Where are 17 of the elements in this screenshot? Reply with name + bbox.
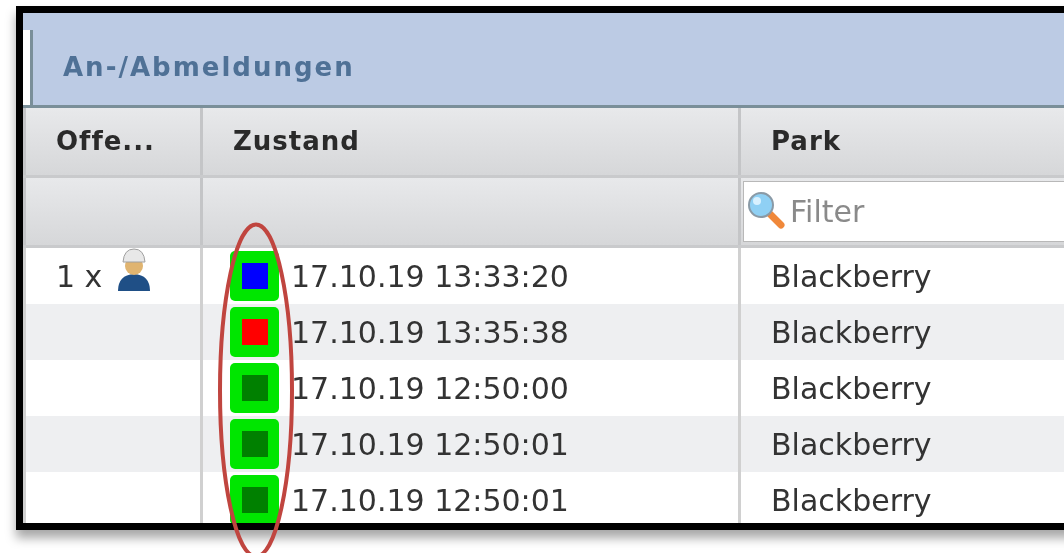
table-cell-text: 1 x [56,257,103,296]
filter-field[interactable]: Filter [743,181,1064,242]
table-cell-text: Blackberry [771,257,932,296]
column-header[interactable]: Offe... [26,108,203,175]
table-cell-text: 17.10.19 12:50:01 [291,481,569,520]
column-header[interactable]: Zustand [203,108,741,175]
table-cell-text: Blackberry [771,369,932,408]
table-cell-text: Blackberry [771,481,932,520]
table-cell-text: Blackberry [771,313,932,352]
column-header[interactable]: Park [741,108,1064,175]
search-icon [747,191,787,231]
panel-title: An-/Abmeldungen [63,51,355,84]
table-cell-text: 17.10.19 12:50:01 [291,425,569,464]
table-cell-text: 17.10.19 13:33:20 [291,257,569,296]
table-cell-text: 17.10.19 13:35:38 [291,313,569,352]
table-cell-text: Blackberry [771,425,932,464]
table-cell-text: 17.10.19 12:50:00 [291,369,569,408]
